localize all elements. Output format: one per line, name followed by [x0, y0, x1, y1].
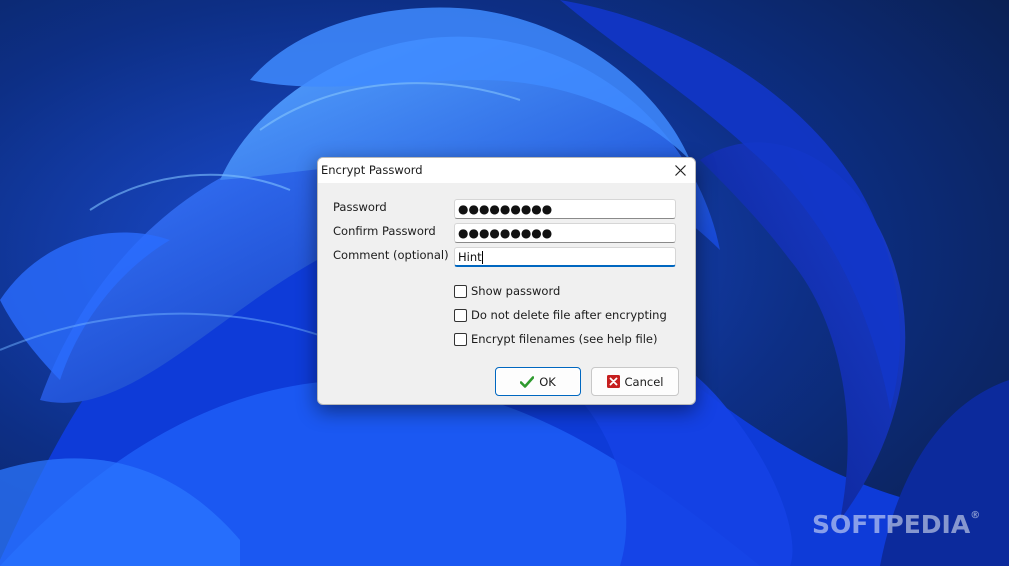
checkbox-box[interactable] — [454, 284, 467, 298]
checkbox-label: Do not delete file after encrypting — [471, 308, 667, 322]
cancel-label: Cancel — [624, 374, 664, 389]
password-label: Password — [333, 200, 387, 214]
title-bar[interactable]: Encrypt Password — [318, 158, 695, 183]
checkbox-box[interactable] — [454, 332, 467, 346]
close-button[interactable] — [665, 158, 695, 183]
text-caret — [481, 251, 483, 264]
cancel-button[interactable]: Cancel — [591, 367, 679, 396]
watermark-text: SOFTPEDIA — [812, 510, 971, 539]
ok-label: OK — [539, 374, 556, 389]
dialog-title: Encrypt Password — [321, 163, 423, 177]
ok-button[interactable]: OK — [495, 367, 581, 396]
close-icon — [674, 165, 686, 176]
checkmark-icon — [520, 375, 535, 388]
comment-label: Comment (optional) — [333, 248, 449, 262]
confirm-password-label: Confirm Password — [333, 224, 436, 238]
encrypt-filenames-checkbox[interactable]: Encrypt filenames (see help file) — [454, 332, 657, 346]
checkbox-label: Show password — [471, 284, 561, 298]
do-not-delete-checkbox[interactable]: Do not delete file after encrypting — [454, 308, 667, 322]
confirm-password-field[interactable]: ●●●●●●●●● — [454, 223, 676, 243]
encrypt-password-dialog: Encrypt Password Password ●●●●●●●●● Conf… — [317, 157, 696, 405]
registered-mark: ® — [970, 510, 981, 521]
password-field[interactable]: ●●●●●●●●● — [454, 199, 676, 219]
checkbox-label: Encrypt filenames (see help file) — [471, 332, 658, 346]
red-x-icon — [606, 375, 620, 388]
show-password-checkbox[interactable]: Show password — [454, 284, 560, 298]
softpedia-watermark: SOFTPEDIA® — [812, 510, 980, 539]
checkbox-box[interactable] — [454, 308, 467, 322]
comment-field[interactable]: Hint — [454, 247, 676, 267]
comment-value: Hint — [458, 250, 482, 264]
